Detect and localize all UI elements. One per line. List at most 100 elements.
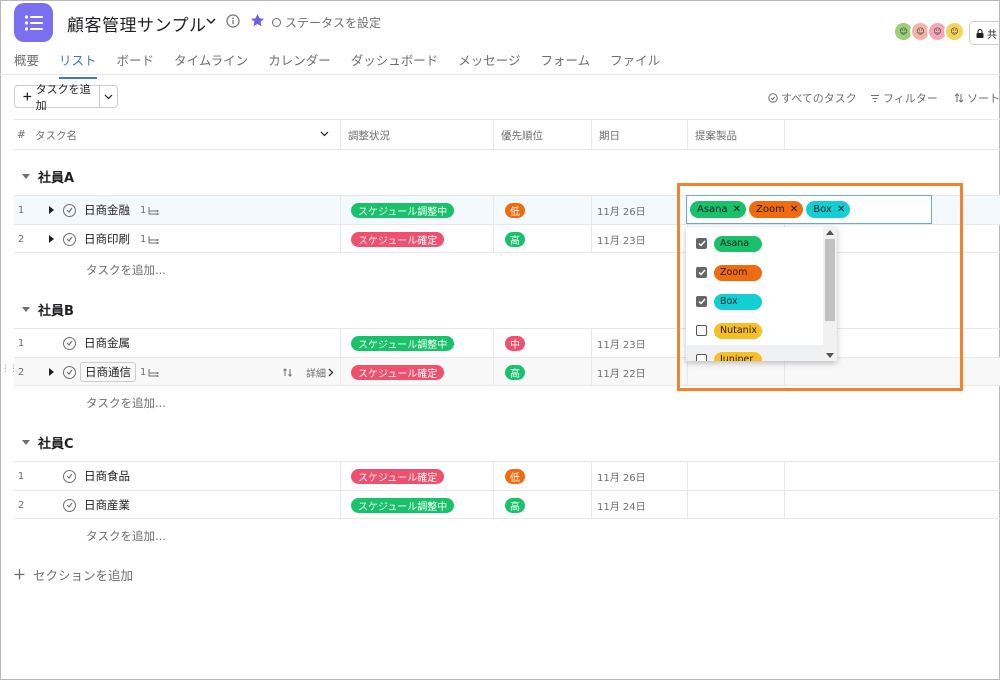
- complete-checkbox[interactable]: [63, 491, 76, 519]
- table-row[interactable]: 1 日商食品 スケジュール確定 低 11月 26日: [14, 461, 1000, 490]
- column-number: #: [17, 129, 26, 141]
- add-section-button[interactable]: セクションを追加: [14, 565, 133, 584]
- column-due-date[interactable]: 期日: [591, 120, 687, 150]
- add-task-link[interactable]: タスクを追加...: [86, 262, 166, 278]
- collapse-triangle-icon[interactable]: [22, 440, 30, 445]
- sort-button[interactable]: ソート: [954, 90, 1000, 106]
- due-date[interactable]: 11月 26日: [597, 462, 646, 490]
- check-circle-icon: [768, 93, 778, 103]
- column-priority[interactable]: 優先順位: [493, 120, 591, 150]
- share-button[interactable]: 共: [969, 21, 1000, 45]
- complete-checkbox[interactable]: [63, 329, 76, 357]
- priority-cell[interactable]: 高: [505, 225, 525, 253]
- filter-icon: [871, 94, 879, 102]
- priority-cell[interactable]: 低: [505, 462, 525, 490]
- priority-badge: 高: [505, 497, 525, 513]
- complete-checkbox[interactable]: [63, 462, 76, 490]
- add-task-link[interactable]: タスクを追加...: [86, 395, 166, 411]
- project-list-icon: [14, 3, 53, 42]
- lock-icon: [976, 28, 984, 38]
- status-cell[interactable]: スケジュール確定: [351, 462, 445, 490]
- collapse-triangle-icon[interactable]: [22, 307, 30, 312]
- project-title[interactable]: 顧客管理サンプル: [67, 11, 207, 36]
- section-header-b[interactable]: 社員B: [22, 300, 74, 319]
- expand-subtasks-icon[interactable]: [49, 358, 54, 386]
- table-row[interactable]: 2 日商産業 スケジュール調整中 高 11月 24日: [14, 490, 1000, 519]
- expand-subtasks-icon[interactable]: [49, 225, 54, 253]
- priority-badge: 低: [505, 202, 525, 218]
- section-header-c[interactable]: 社員C: [22, 433, 74, 452]
- column-status[interactable]: 調整状況: [340, 120, 493, 150]
- all-tasks-label: すべてのタスク: [781, 92, 857, 105]
- task-name[interactable]: 日商食品: [84, 462, 130, 490]
- status-cell[interactable]: スケジュール調整中: [351, 329, 455, 357]
- complete-checkbox[interactable]: [63, 358, 76, 386]
- priority-cell[interactable]: 中: [505, 329, 525, 357]
- column-divider: [340, 196, 341, 224]
- status-cell[interactable]: スケジュール確定: [351, 358, 445, 386]
- set-status-button[interactable]: ステータスを設定: [272, 14, 381, 31]
- collapse-triangle-icon[interactable]: [22, 174, 30, 179]
- subtask-count[interactable]: 1: [140, 196, 159, 224]
- section-header-a[interactable]: 社員A: [22, 167, 74, 186]
- due-date[interactable]: 11月 24日: [597, 491, 646, 519]
- complete-checkbox[interactable]: [63, 196, 76, 224]
- avatar[interactable]: ☺: [944, 21, 965, 42]
- column-divider: [340, 225, 341, 253]
- task-name-cell[interactable]: 日商通信: [80, 358, 136, 386]
- column-divider: [591, 491, 592, 519]
- member-avatars[interactable]: ☺ ☺ ☺ ☺: [893, 21, 965, 42]
- priority-cell[interactable]: 高: [505, 358, 525, 386]
- expand-subtasks-icon[interactable]: [49, 196, 54, 224]
- column-product[interactable]: 提案製品: [687, 120, 784, 150]
- share-label: 共: [987, 29, 997, 41]
- add-section-label: セクションを追加: [33, 568, 134, 583]
- add-task-label: タスクを追加: [35, 82, 91, 112]
- drag-handle-icon[interactable]: ⋮⋮: [1, 365, 18, 377]
- priority-cell[interactable]: 低: [505, 196, 525, 224]
- filter-button[interactable]: フィルター: [870, 90, 938, 106]
- task-name[interactable]: 日商産業: [84, 491, 130, 519]
- task-name[interactable]: 日商金属: [84, 329, 130, 357]
- complete-checkbox[interactable]: [63, 225, 76, 253]
- details-button[interactable]: 詳細: [306, 358, 334, 386]
- all-tasks-button[interactable]: すべてのタスク: [768, 90, 857, 106]
- details-label: 詳細: [306, 368, 326, 380]
- subtask-count[interactable]: 1: [140, 358, 159, 386]
- status-cell[interactable]: スケジュール調整中: [351, 196, 455, 224]
- task-name[interactable]: 日商通信: [80, 362, 136, 382]
- status-cell[interactable]: スケジュール確定: [351, 225, 445, 253]
- chevron-down-icon[interactable]: [204, 14, 218, 28]
- column-divider: [591, 462, 592, 490]
- chevron-down-icon[interactable]: [320, 131, 329, 137]
- due-date[interactable]: 11月 22日: [597, 358, 646, 386]
- row-number: 2: [17, 233, 25, 245]
- subtask-count[interactable]: 1: [140, 225, 159, 253]
- row-number: 1: [17, 470, 25, 482]
- set-status-label: ステータスを設定: [285, 16, 382, 30]
- column-divider: [493, 462, 494, 490]
- subtask-count-value: 1: [140, 204, 147, 216]
- priority-badge: 高: [505, 364, 525, 380]
- move-icon[interactable]: [282, 358, 293, 386]
- subtask-icon: [148, 235, 159, 244]
- add-task-link[interactable]: タスクを追加...: [86, 528, 166, 544]
- status-cell[interactable]: スケジュール調整中: [351, 491, 455, 519]
- priority-cell[interactable]: 高: [505, 491, 525, 519]
- due-date[interactable]: 11月 23日: [597, 225, 646, 253]
- row-number: 1: [17, 337, 25, 349]
- star-icon[interactable]: [250, 13, 265, 28]
- due-date[interactable]: 11月 23日: [597, 329, 646, 357]
- column-task-name[interactable]: タスク名: [32, 120, 340, 150]
- column-divider: [493, 491, 494, 519]
- status-badge: スケジュール確定: [351, 468, 445, 484]
- info-icon[interactable]: [226, 14, 240, 28]
- add-task-button[interactable]: タスクを追加: [15, 83, 101, 112]
- add-task-dropdown-button[interactable]: [100, 86, 117, 107]
- plus-icon: [23, 92, 32, 101]
- due-date[interactable]: 11月 26日: [597, 196, 646, 224]
- task-name[interactable]: 日商金融: [84, 196, 130, 224]
- task-name[interactable]: 日商印刷: [84, 225, 130, 253]
- column-divider: [493, 329, 494, 357]
- status-badge: スケジュール確定: [351, 364, 445, 380]
